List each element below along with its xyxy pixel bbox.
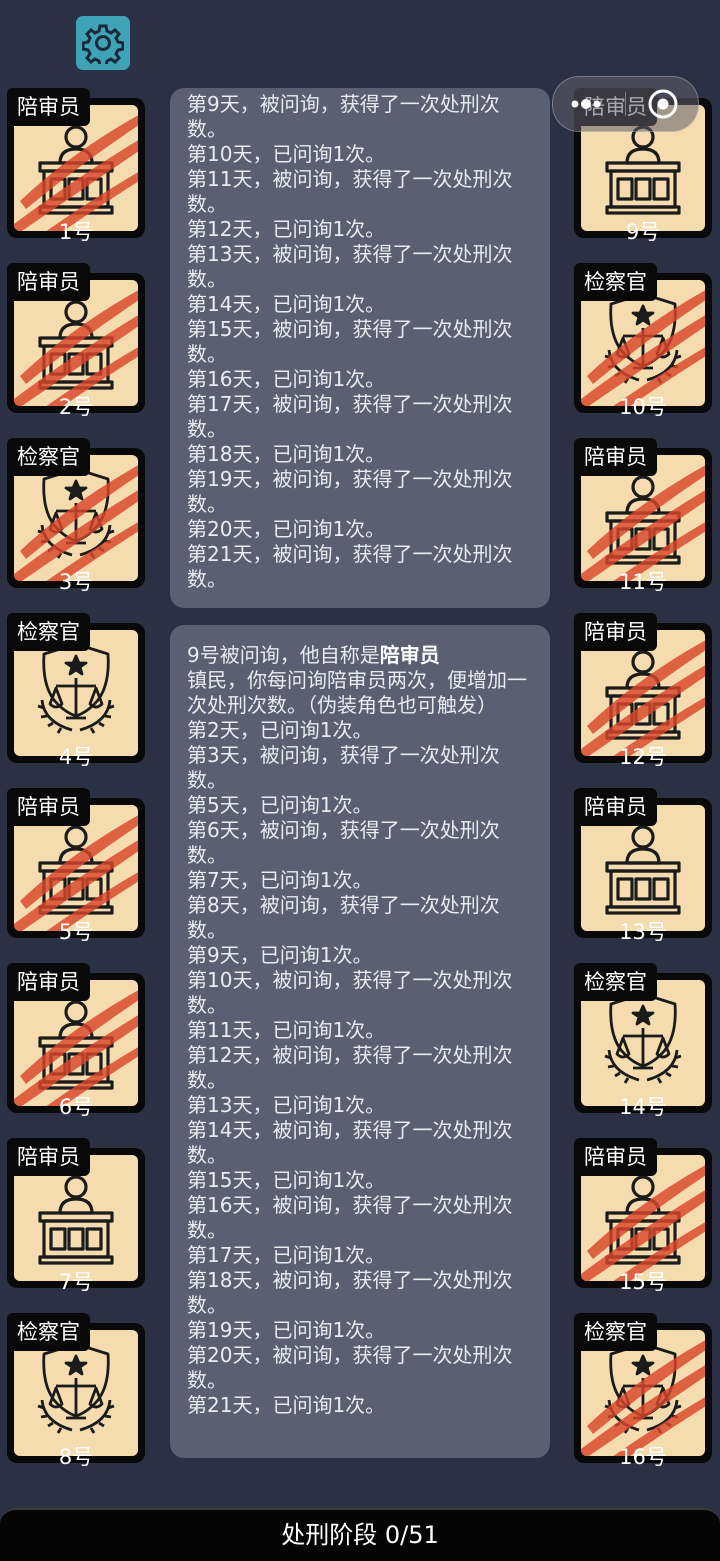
player-card[interactable]: 陪审员 11号 xyxy=(574,438,712,594)
player-role-label: 检察官 xyxy=(7,438,90,476)
player-card[interactable]: 检察官 3号 xyxy=(7,438,145,594)
player-number: 16号 xyxy=(619,1445,667,1469)
player-role-label: 陪审员 xyxy=(7,788,90,826)
player-number: 11号 xyxy=(619,570,667,594)
log-entry: 第21天，被问询，获得了一次处刑次数。 xyxy=(187,542,513,591)
player-role-label: 陪审员 xyxy=(574,438,657,476)
player-number: 1号 xyxy=(58,220,94,244)
log-entry: 第3天，被问询，获得了一次处刑次数。 xyxy=(187,743,500,792)
player-role-label: 陪审员 xyxy=(7,88,90,126)
player-role-label: 检察官 xyxy=(7,1313,90,1351)
more-menu-icon[interactable] xyxy=(571,96,601,112)
player-number: 10号 xyxy=(619,395,667,419)
player-role-label: 陪审员 xyxy=(7,263,90,301)
player-number: 6号 xyxy=(58,1095,94,1119)
log-entry: 第15天，被问询，获得了一次处刑次数。 xyxy=(187,317,513,366)
log-entry: 第19天，已问询1次。 xyxy=(187,1318,386,1342)
log-entry: 第7天，已问询1次。 xyxy=(187,868,373,892)
player-card[interactable]: 陪审员 5号 xyxy=(7,788,145,944)
log-intro-prefix: 9号被问询，他自称是 xyxy=(187,643,380,667)
execution-phase-bar[interactable]: 处刑阶段 0/51 xyxy=(0,1508,720,1561)
player-role-label: 陪审员 xyxy=(574,613,657,651)
player-role-label: 陪审员 xyxy=(7,963,90,1001)
log-entry: 第18天，被问询，获得了一次处刑次数。 xyxy=(187,1268,513,1317)
player-number: 12号 xyxy=(619,745,667,769)
log-entry: 第15天，已问询1次。 xyxy=(187,1168,386,1192)
player-number: 13号 xyxy=(619,920,667,944)
log-entry: 第6天，被问询，获得了一次处刑次数。 xyxy=(187,818,500,867)
settings-button[interactable] xyxy=(76,16,130,70)
log-entry: 第20天，已问询1次。 xyxy=(187,517,386,541)
player-card[interactable]: 陪审员 7号 xyxy=(7,1138,145,1294)
log-intro: 9号被问询，他自称是陪审员 xyxy=(187,643,532,668)
player-role-label: 陪审员 xyxy=(7,1138,90,1176)
player-role-label: 陪审员 xyxy=(574,788,657,826)
player-role-label: 检察官 xyxy=(7,613,90,651)
player-card[interactable]: 陪审员 15号 xyxy=(574,1138,712,1294)
player-card[interactable]: 检察官 8号 xyxy=(7,1313,145,1469)
player-card[interactable]: 陪审员 1号 xyxy=(7,88,145,244)
log-entry: 第5天，已问询1次。 xyxy=(187,793,373,817)
player-number: 7号 xyxy=(58,1270,94,1294)
player-card[interactable]: 检察官 14号 xyxy=(574,963,712,1119)
log-entry: 第16天，被问询，获得了一次处刑次数。 xyxy=(187,1193,513,1242)
player-role-label: 检察官 xyxy=(574,1313,657,1351)
player-card[interactable]: 检察官 10号 xyxy=(574,263,712,419)
log-entry: 第14天，被问询，获得了一次处刑次数。 xyxy=(187,1118,513,1167)
player-number: 4号 xyxy=(58,745,94,769)
player-card[interactable]: 陪审员 12号 xyxy=(574,613,712,769)
log-entry: 第9天，被问询，获得了一次处刑次数。 xyxy=(187,92,500,141)
player-card[interactable]: 检察官 16号 xyxy=(574,1313,712,1469)
player-card[interactable]: 陪审员 13号 xyxy=(574,788,712,944)
player-role-label: 检察官 xyxy=(574,963,657,1001)
interrogation-log-panel[interactable]: 第9天，被问询，获得了一次处刑次数。 第10天，已问询1次。 第11天，被问询，获得… xyxy=(170,88,550,608)
log-entry: 第20天，被问询，获得了一次处刑次数。 xyxy=(187,1343,513,1392)
log-entry: 第12天，被问询，获得了一次处刑次数。 xyxy=(187,1043,513,1092)
capsule-divider xyxy=(625,92,626,116)
log-entry: 第10天，被问询，获得了一次处刑次数。 xyxy=(187,968,513,1017)
log-entry: 第21天，已问询1次。 xyxy=(187,1393,386,1417)
role-rule-text: 镇民，你每问询陪审员两次，便增加一次处刑次数。（伪装角色也可触发） xyxy=(187,668,527,717)
claimed-role: 陪审员 xyxy=(379,643,440,667)
log-entry: 第17天，已问询1次。 xyxy=(187,1243,386,1267)
player-number: 15号 xyxy=(619,1270,667,1294)
player-number: 3号 xyxy=(58,570,94,594)
log-entry: 第14天，已问询1次。 xyxy=(187,292,386,316)
player-role-label: 检察官 xyxy=(574,263,657,301)
player-number: 2号 xyxy=(58,395,94,419)
miniprogram-capsule xyxy=(552,76,699,132)
player-number: 14号 xyxy=(619,1095,667,1119)
player-number: 8号 xyxy=(58,1445,94,1469)
log-entry: 第17天，被问询，获得了一次处刑次数。 xyxy=(187,392,513,441)
player-number: 9号 xyxy=(625,220,661,244)
player-role-label: 陪审员 xyxy=(574,1138,657,1176)
log-entry: 第18天，已问询1次。 xyxy=(187,442,386,466)
player-card[interactable]: 检察官 4号 xyxy=(7,613,145,769)
log-entry: 第10天，已问询1次。 xyxy=(187,142,386,166)
player-card[interactable]: 陪审员 6号 xyxy=(7,963,145,1119)
log-entry: 第13天，被问询，获得了一次处刑次数。 xyxy=(187,242,513,291)
log-entry: 第11天，被问询，获得了一次处刑次数。 xyxy=(187,167,513,216)
interrogation-log-panel-9[interactable]: 9号被问询，他自称是陪审员 镇民，你每问询陪审员两次，便增加一次处刑次数。（伪装… xyxy=(170,625,550,1458)
log-entry: 第9天，已问询1次。 xyxy=(187,943,373,967)
log-entry: 第13天，已问询1次。 xyxy=(187,1093,386,1117)
log-entry: 第11天，已问询1次。 xyxy=(187,1018,386,1042)
player-number: 5号 xyxy=(58,920,94,944)
log-entry: 第8天，被问询，获得了一次处刑次数。 xyxy=(187,893,500,942)
close-miniprogram-icon[interactable] xyxy=(647,88,679,120)
player-card[interactable]: 陪审员 2号 xyxy=(7,263,145,419)
log-entry: 第12天，已问询1次。 xyxy=(187,217,386,241)
log-entry: 第16天，已问询1次。 xyxy=(187,367,386,391)
log-entry: 第19天，被问询，获得了一次处刑次数。 xyxy=(187,467,513,516)
gear-icon xyxy=(82,24,124,64)
log-entry: 第2天，已问询1次。 xyxy=(187,718,373,742)
